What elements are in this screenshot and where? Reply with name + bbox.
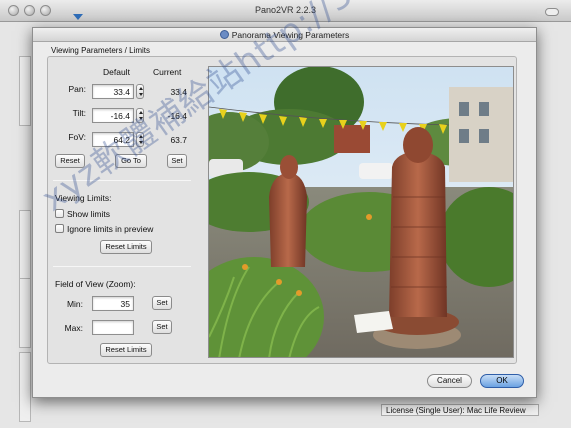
set-button[interactable]: Set [167, 154, 187, 168]
set-min-button[interactable]: Set [152, 296, 172, 310]
show-limits-checkbox[interactable]: Show limits [55, 209, 110, 219]
separator [53, 180, 191, 181]
ignore-limits-checkbox[interactable]: Ignore limits in preview [55, 224, 153, 234]
set-max-button[interactable]: Set [152, 320, 172, 334]
side-panel-stub [19, 352, 31, 422]
goto-button[interactable]: Go To [115, 154, 147, 168]
fov-min-field[interactable]: 35 [92, 296, 134, 311]
fov-current-value: 63.7 [170, 135, 187, 145]
red-building [334, 125, 370, 153]
show-limits-label: Show limits [67, 209, 110, 219]
checkbox-box[interactable] [55, 224, 64, 233]
reset-button[interactable]: Reset [55, 154, 85, 168]
fov-default-field[interactable]: 64.2 [92, 132, 134, 147]
license-status: License (Single User): Mac Life Review [381, 404, 539, 416]
fov-zoom-title: Field of View (Zoom): [55, 279, 136, 289]
fov-stepper[interactable] [136, 132, 144, 147]
fov-max-field[interactable] [92, 320, 134, 335]
side-panel-stub [19, 210, 31, 280]
tilt-stepper[interactable] [136, 108, 144, 123]
dialog-title-bar: Panorama Viewing Parameters [33, 28, 536, 42]
dialog-title: Panorama Viewing Parameters [231, 30, 350, 40]
ignore-limits-label: Ignore limits in preview [67, 224, 154, 234]
small-sculpture [269, 172, 307, 267]
main-title-bar: Pano2VR 2.2.3 [0, 0, 571, 22]
separator [53, 266, 191, 267]
ok-button[interactable]: OK [480, 374, 524, 388]
viewing-limits-title: Viewing Limits: [55, 193, 112, 203]
fov-min-label: Min: [66, 299, 83, 309]
fov-label: FoV: [68, 132, 86, 142]
panorama-preview[interactable] [208, 66, 514, 358]
viewing-parameters-dialog: Panorama Viewing Parameters Viewing Para… [32, 27, 537, 398]
fov-max-label: Max: [64, 323, 83, 333]
default-column-header: Default [103, 67, 130, 77]
cancel-button[interactable]: Cancel [427, 374, 472, 388]
preview-image [209, 67, 513, 357]
side-panel-stub [19, 278, 31, 348]
main-window-title: Pano2VR 2.2.3 [254, 5, 317, 15]
group-label: Viewing Parameters / Limits [51, 46, 150, 55]
tilt-label: Tilt: [72, 108, 86, 118]
side-panel-stub [19, 56, 31, 126]
large-sculpture [389, 151, 447, 317]
pan-label: Pan: [68, 84, 87, 94]
app-icon [219, 30, 229, 39]
reset-viewing-limits-button[interactable]: Reset Limits [100, 240, 152, 254]
current-column-header: Current [153, 67, 182, 77]
pan-stepper[interactable] [136, 84, 144, 99]
checkbox-box[interactable] [55, 209, 64, 218]
car [359, 163, 393, 179]
pan-default-field[interactable]: 33.4 [92, 84, 134, 99]
tilt-current-value: -16.4 [167, 111, 187, 121]
tilt-default-field[interactable]: -16.4 [92, 108, 134, 123]
toolbar-toggle-button[interactable] [545, 8, 559, 16]
pan-current-value: 33.4 [170, 87, 187, 97]
toolbar-arrow-icon[interactable] [73, 14, 83, 20]
reset-fov-limits-button[interactable]: Reset Limits [100, 343, 152, 357]
